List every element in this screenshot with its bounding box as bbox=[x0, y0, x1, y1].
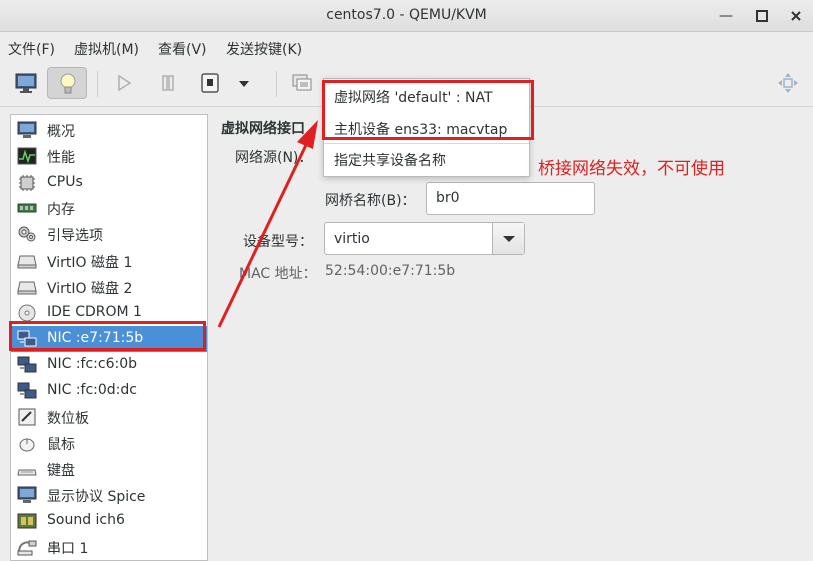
annotation-arrow bbox=[217, 120, 318, 328]
annotation-text: 桥接网络失效，不可使用 bbox=[538, 159, 725, 179]
